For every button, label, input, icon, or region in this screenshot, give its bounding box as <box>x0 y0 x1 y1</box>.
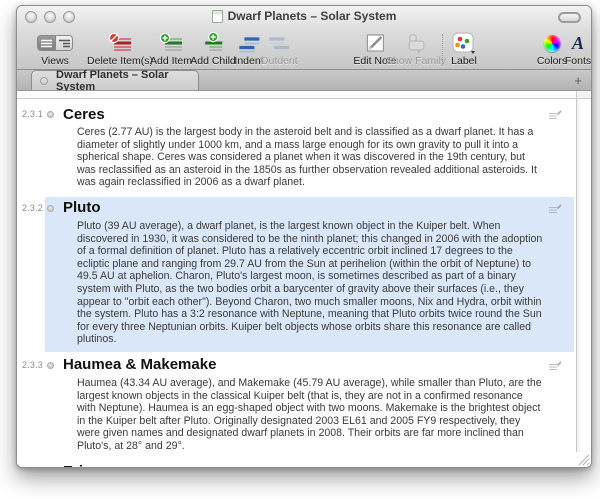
tab-dwarf-planets[interactable]: Dwarf Planets – Solar System <box>31 70 199 90</box>
row-inner[interactable]: Haumea & Makemake <box>45 354 574 459</box>
row-title-line: Eris <box>47 462 568 467</box>
tab-close-circle-icon[interactable] <box>40 77 48 85</box>
row-body-text[interactable]: Haumea (43.34 AU average), and Makemake … <box>77 377 544 453</box>
row-title-line: Ceres <box>47 105 568 124</box>
toolbar-label: Add Child <box>190 55 236 67</box>
serif-a-icon: A <box>572 32 584 54</box>
add-tab-button[interactable]: + <box>574 74 582 87</box>
row-title-line: Haumea & Makemake <box>47 356 568 375</box>
toolbar-label: Fonts <box>565 55 591 67</box>
scrollbar-corner <box>576 91 591 98</box>
toolbar-label: Show Family <box>386 55 446 67</box>
outline-row[interactable]: 2.3.1 Ceres <box>17 103 576 195</box>
outline-row[interactable]: 2.3.2 Pluto <box>17 197 576 352</box>
color-wheel-icon <box>544 32 561 54</box>
toolbar-item-add-item[interactable]: Add Item <box>150 32 192 67</box>
toolbar-label: Colors <box>537 55 567 67</box>
toolbar-label: Label <box>451 55 477 67</box>
toolbar-label: Add Item <box>150 55 192 67</box>
toolbar-item-views[interactable]: Views <box>37 32 73 67</box>
toolbar-separator <box>442 34 443 64</box>
row-body-text[interactable]: Pluto (39 AU average), a dwarf planet, i… <box>77 220 544 346</box>
toolbar-label: Delete Item(s) <box>87 55 153 67</box>
pencil-note-icon <box>363 32 387 54</box>
row-inner[interactable]: Pluto Pluto (39 <box>45 197 574 352</box>
indent-icon <box>237 32 261 54</box>
outline-sections: 2.3.1 Ceres <box>17 99 576 467</box>
window-title: Dwarf Planets – Solar System <box>228 9 397 23</box>
toolbar-toggle-pill[interactable] <box>558 12 581 23</box>
toolbar-item-show-family: Show Family <box>386 32 446 67</box>
list-outline-segmented-icon <box>37 32 73 54</box>
row-title[interactable]: Eris <box>63 463 91 467</box>
toolbar-label: Outdent <box>260 55 297 67</box>
label-dots-icon <box>451 32 477 54</box>
toolbar-item-fonts[interactable]: A Fonts <box>565 32 591 67</box>
tab-label: Dwarf Planets – Solar System <box>56 69 190 93</box>
window-title-area: Dwarf Planets – Solar System <box>17 9 591 23</box>
row-title-line: Pluto <box>47 199 568 218</box>
toolbar-item-indent[interactable]: Indent <box>234 32 263 67</box>
toolbar-item-outdent: Outdent <box>260 32 297 67</box>
document-icon <box>212 10 223 23</box>
row-inner[interactable]: Eris Eris (68 A <box>45 460 574 467</box>
vertical-scrollbar[interactable] <box>576 99 591 452</box>
add-child-icon <box>200 32 226 54</box>
row-body-text[interactable]: Ceres (2.77 AU) is the largest body in t… <box>77 126 544 189</box>
row-bullet-icon[interactable] <box>47 111 54 118</box>
toolbar-item-delete[interactable]: Delete Item(s) <box>87 32 153 67</box>
toolbar-item-colors[interactable]: Colors <box>537 32 567 67</box>
row-bullet-icon[interactable] <box>47 205 54 212</box>
toolbar-label: Indent <box>234 55 263 67</box>
toolbar-label: Views <box>41 55 69 67</box>
row-title[interactable]: Ceres <box>63 106 105 124</box>
section-number: 2.3.3 <box>22 360 43 370</box>
outline-view-segment[interactable] <box>55 36 72 50</box>
list-view-segment[interactable] <box>38 36 55 50</box>
outline-view: 2.3.1 Ceres <box>17 99 591 467</box>
outdent-icon <box>267 32 291 54</box>
row-title[interactable]: Pluto <box>63 199 101 217</box>
note-indicator-icon[interactable] <box>549 107 562 125</box>
titlebar[interactable]: Dwarf Planets – Solar System <box>17 6 591 28</box>
toolbar-item-label[interactable]: Label <box>451 32 477 67</box>
app-window: Dwarf Planets – Solar System Views <box>16 5 592 468</box>
section-number: 2.3.4 <box>22 466 43 467</box>
outline-row[interactable]: 2.3.4 Eris <box>17 460 576 467</box>
row-title[interactable]: Haumea & Makemake <box>63 356 216 374</box>
window-chrome: Dwarf Planets – Solar System Views <box>17 6 591 70</box>
content-header-strip <box>17 91 591 99</box>
family-icon <box>404 32 428 54</box>
note-indicator-icon[interactable] <box>549 201 562 219</box>
note-indicator-icon[interactable] <box>549 358 562 376</box>
section-number: 2.3.1 <box>22 109 43 119</box>
delete-lines-icon <box>107 32 133 54</box>
toolbar-item-add-child[interactable]: Add Child <box>190 32 236 67</box>
section-number: 2.3.2 <box>22 203 43 213</box>
note-indicator-icon[interactable] <box>549 464 562 467</box>
resize-grip[interactable] <box>576 452 590 466</box>
tab-bar: Dwarf Planets – Solar System + <box>17 70 591 91</box>
toolbar: Views Delete Item(s) <box>17 28 591 69</box>
add-item-icon <box>158 32 184 54</box>
row-inner[interactable]: Ceres Ceres (2. <box>45 103 574 195</box>
row-bullet-icon[interactable] <box>47 362 54 369</box>
outline-row[interactable]: 2.3.3 Haumea & Makemake <box>17 354 576 459</box>
